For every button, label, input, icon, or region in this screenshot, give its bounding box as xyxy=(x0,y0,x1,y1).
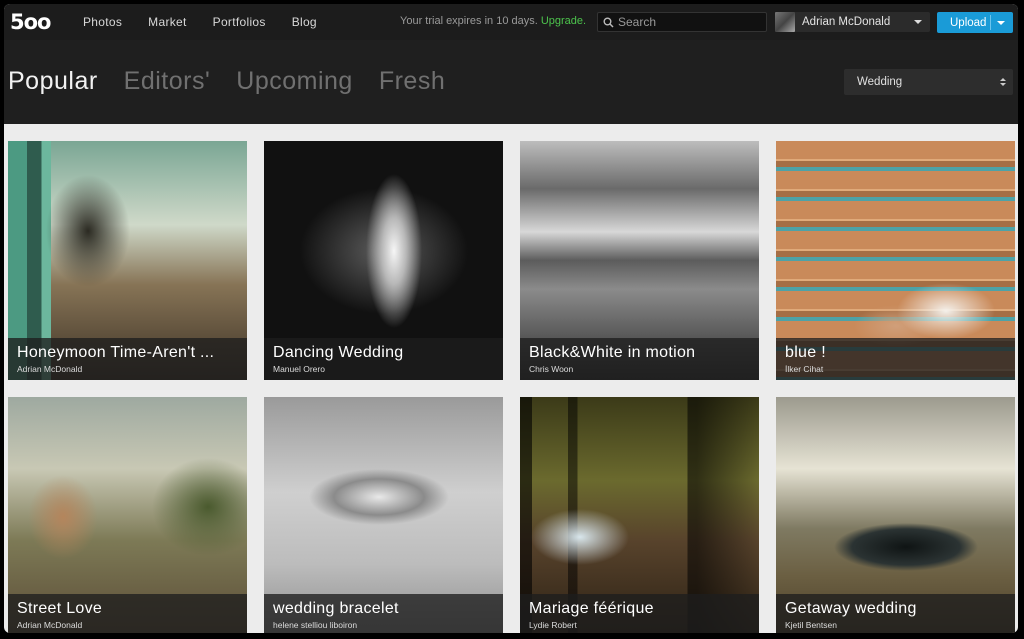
select-arrows-icon xyxy=(1000,78,1006,86)
photo-card[interactable]: blue ! İlker Cihat xyxy=(776,141,1015,380)
photo-title[interactable]: blue ! xyxy=(785,344,1007,362)
main-nav: Photos Market Portfolios Blog xyxy=(83,4,343,40)
photo-author[interactable]: İlker Cihat xyxy=(785,364,823,374)
photo-author[interactable]: Manuel Orero xyxy=(273,364,325,374)
upload-label: Upload xyxy=(950,16,987,29)
user-name: Adrian McDonald xyxy=(802,16,891,28)
photo-caption: wedding bracelet helene stelliou liboiro… xyxy=(264,594,503,633)
avatar xyxy=(775,12,795,32)
tab-editors[interactable]: Editors' xyxy=(124,67,211,95)
photo-author[interactable]: Chris Woon xyxy=(529,364,573,374)
upload-divider xyxy=(990,15,991,30)
photo-caption: Dancing Wedding Manuel Orero xyxy=(264,338,503,380)
photo-title[interactable]: Dancing Wedding xyxy=(273,344,495,362)
photo-author[interactable]: helene stelliou liboiron xyxy=(273,620,357,630)
category-header: Popular Editors' Upcoming Fresh Wedding xyxy=(4,40,1018,124)
chevron-down-icon xyxy=(914,20,922,24)
photo-card[interactable]: Mariage féérique Lydie Robert xyxy=(520,397,759,633)
upgrade-link[interactable]: Upgrade. xyxy=(541,15,586,27)
category-select[interactable]: Wedding xyxy=(844,69,1013,95)
photo-title[interactable]: Black&White in motion xyxy=(529,344,751,362)
app-window: 5oo Photos Market Portfolios Blog Your t… xyxy=(4,4,1018,633)
photo-title[interactable]: wedding bracelet xyxy=(273,600,495,618)
photo-card[interactable]: Black&White in motion Chris Woon xyxy=(520,141,759,380)
trial-notice: Your trial expires in 10 days. Upgrade. xyxy=(400,15,586,27)
trial-text: Your trial expires in 10 days. xyxy=(400,15,538,27)
photo-card[interactable]: Getaway wedding Kjetil Bentsen xyxy=(776,397,1015,633)
nav-portfolios[interactable]: Portfolios xyxy=(213,15,266,29)
category-value: Wedding xyxy=(857,76,903,88)
upload-button[interactable]: Upload xyxy=(937,12,1013,33)
photo-author[interactable]: Adrian McDonald xyxy=(17,364,82,374)
chevron-down-icon[interactable] xyxy=(997,21,1005,25)
tab-upcoming[interactable]: Upcoming xyxy=(236,67,353,95)
photo-card[interactable]: Dancing Wedding Manuel Orero xyxy=(264,141,503,380)
photo-card[interactable]: wedding bracelet helene stelliou liboiro… xyxy=(264,397,503,633)
photo-title[interactable]: Getaway wedding xyxy=(785,600,1007,618)
photo-title[interactable]: Mariage féérique xyxy=(529,600,751,618)
photo-caption: Black&White in motion Chris Woon xyxy=(520,338,759,380)
search-box[interactable] xyxy=(597,12,767,32)
photo-caption: Honeymoon Time-Aren't ... Adrian McDonal… xyxy=(8,338,247,380)
photo-caption: Mariage féérique Lydie Robert xyxy=(520,594,759,633)
photo-title[interactable]: Street Love xyxy=(17,600,239,618)
photo-title[interactable]: Honeymoon Time-Aren't ... xyxy=(17,344,239,362)
search-icon xyxy=(603,17,614,28)
photo-author[interactable]: Adrian McDonald xyxy=(17,620,82,630)
user-menu[interactable]: Adrian McDonald xyxy=(775,12,930,32)
photo-card[interactable]: Honeymoon Time-Aren't ... Adrian McDonal… xyxy=(8,141,247,380)
photo-caption: Getaway wedding Kjetil Bentsen xyxy=(776,594,1015,633)
top-navigation-bar: 5oo Photos Market Portfolios Blog Your t… xyxy=(4,4,1018,40)
tab-fresh[interactable]: Fresh xyxy=(379,67,445,95)
photo-author[interactable]: Lydie Robert xyxy=(529,620,577,630)
nav-blog[interactable]: Blog xyxy=(292,15,317,29)
photo-author[interactable]: Kjetil Bentsen xyxy=(785,620,837,630)
photo-caption: Street Love Adrian McDonald xyxy=(8,594,247,633)
photo-card[interactable]: Street Love Adrian McDonald xyxy=(8,397,247,633)
photo-caption: blue ! İlker Cihat xyxy=(776,338,1015,380)
nav-market[interactable]: Market xyxy=(148,15,186,29)
logo-500px[interactable]: 5oo xyxy=(10,11,51,33)
tab-popular[interactable]: Popular xyxy=(8,67,98,95)
feed-tabs: Popular Editors' Upcoming Fresh xyxy=(8,67,471,95)
search-input[interactable] xyxy=(618,15,758,29)
nav-photos[interactable]: Photos xyxy=(83,15,122,29)
